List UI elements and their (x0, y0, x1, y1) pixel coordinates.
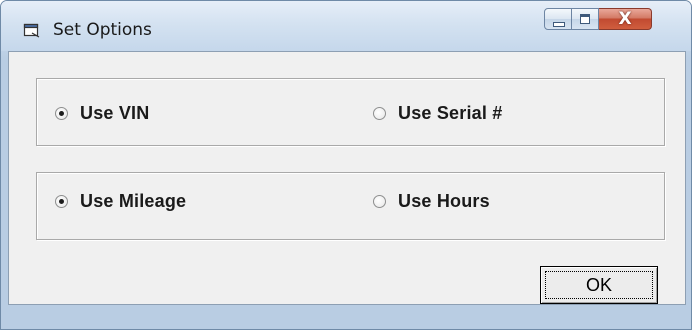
use-mileage-label: Use Mileage (80, 191, 187, 211)
use-serial-radio[interactable]: Use Serial # (373, 103, 502, 124)
use-vin-radio[interactable]: Use VIN (55, 103, 149, 124)
radio-unchecked-icon[interactable] (373, 107, 386, 120)
use-mileage-radio[interactable]: Use Mileage (55, 191, 186, 212)
radio-checked-icon[interactable] (55, 195, 68, 208)
maximize-button[interactable] (572, 8, 599, 30)
ok-button[interactable]: OK (540, 266, 658, 304)
use-serial-label: Use Serial # (398, 103, 503, 123)
use-hours-radio[interactable]: Use Hours (373, 191, 490, 212)
dialog-window: Set Options X Use VIN Use Serial # Use M… (0, 0, 692, 330)
close-button[interactable]: X (599, 8, 652, 30)
close-icon: X (618, 9, 632, 29)
window-title: Set Options (53, 20, 152, 40)
use-vin-label: Use VIN (80, 103, 150, 123)
ok-button-label: OK (585, 274, 612, 295)
use-hours-label: Use Hours (398, 191, 490, 211)
meter-type-group: Use Mileage Use Hours (36, 172, 665, 240)
minimize-button[interactable] (544, 8, 572, 30)
minimize-icon (553, 22, 565, 27)
id-type-group: Use VIN Use Serial # (36, 78, 665, 146)
radio-unchecked-icon[interactable] (373, 195, 386, 208)
title-bar[interactable]: Set Options X (1, 1, 691, 51)
maximize-icon (580, 14, 590, 24)
caption-buttons: X (544, 8, 652, 32)
dialog-client-area: Use VIN Use Serial # Use Mileage Use Hou… (8, 51, 686, 305)
dialog-window-icon (23, 23, 40, 38)
radio-checked-icon[interactable] (55, 107, 68, 120)
